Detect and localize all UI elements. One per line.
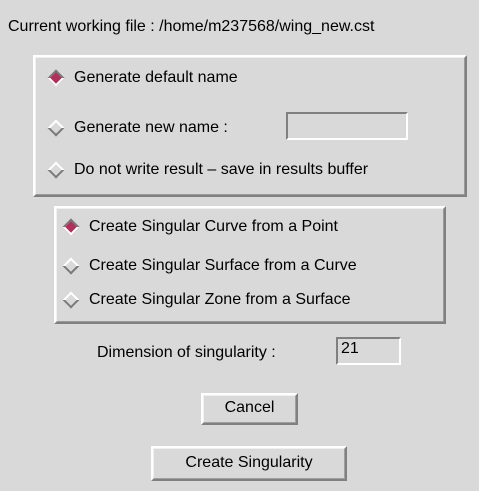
radio-singular-curve[interactable]: Create Singular Curve from a Point bbox=[62, 217, 338, 237]
radio-selected-icon bbox=[47, 69, 65, 87]
radio-do-not-write[interactable]: Do not write result – save in results bu… bbox=[47, 160, 369, 180]
radio-label: Create Singular Surface from a Curve bbox=[89, 257, 357, 274]
radio-singular-surface[interactable]: Create Singular Surface from a Curve bbox=[62, 256, 357, 276]
new-name-input[interactable] bbox=[286, 112, 408, 140]
radio-label: Do not write result – save in results bu… bbox=[74, 161, 369, 178]
radio-unselected-icon bbox=[47, 161, 65, 179]
radio-label: Generate new name : bbox=[74, 119, 228, 136]
dimension-label: Dimension of singularity : bbox=[97, 344, 276, 361]
radio-label: Create Singular Zone from a Surface bbox=[89, 291, 351, 308]
radio-unselected-icon bbox=[47, 119, 65, 137]
radio-unselected-icon bbox=[62, 257, 80, 275]
current-file-label: Current working file : /home/m237568/win… bbox=[8, 18, 375, 35]
radio-generate-default-name[interactable]: Generate default name bbox=[47, 68, 238, 88]
radio-singular-zone[interactable]: Create Singular Zone from a Surface bbox=[62, 290, 351, 310]
create-singularity-button[interactable]: Create Singularity bbox=[151, 446, 347, 481]
radio-selected-icon bbox=[62, 218, 80, 236]
dimension-input[interactable]: 21 bbox=[336, 337, 401, 365]
radio-label: Generate default name bbox=[74, 69, 238, 86]
radio-generate-new-name[interactable]: Generate new name : bbox=[47, 118, 228, 138]
cancel-button[interactable]: Cancel bbox=[201, 393, 298, 425]
radio-unselected-icon bbox=[62, 291, 80, 309]
radio-label: Create Singular Curve from a Point bbox=[89, 218, 338, 235]
